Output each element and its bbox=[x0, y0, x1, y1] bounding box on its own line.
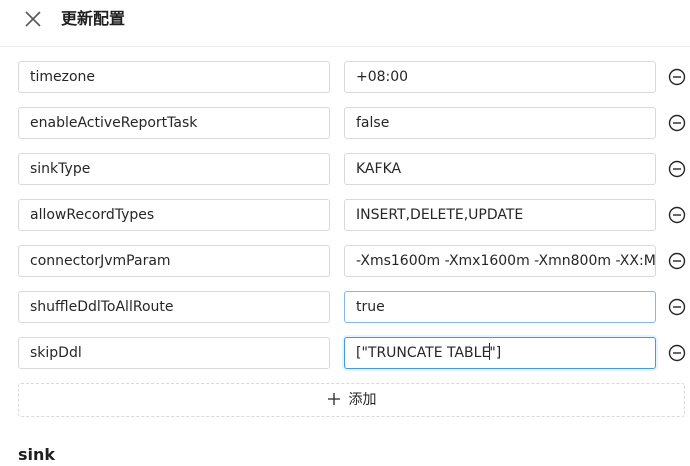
plus-icon bbox=[327, 386, 341, 405]
minus-circle-icon bbox=[668, 206, 686, 224]
param-row: connectorJvmParam -Xms1600m -Xmx1600m -X… bbox=[0, 245, 690, 279]
add-param-button[interactable]: 添加 bbox=[18, 383, 685, 417]
close-icon bbox=[22, 8, 44, 30]
param-row: skipDdl ["TRUNCATE TABLE"] bbox=[0, 337, 690, 371]
param-key-input[interactable]: allowRecordTypes bbox=[18, 199, 330, 231]
param-value-input[interactable]: -Xms1600m -Xmx1600m -Xmn800m -XX:Me bbox=[344, 245, 656, 277]
value-text-after-caret: "] bbox=[489, 345, 502, 361]
param-row: shuffleDdlToAllRoute true bbox=[0, 291, 690, 325]
param-key-input[interactable]: skipDdl bbox=[18, 337, 330, 369]
minus-circle-icon bbox=[668, 344, 686, 362]
minus-circle-icon bbox=[668, 252, 686, 270]
param-key-input[interactable]: shuffleDdlToAllRoute bbox=[18, 291, 330, 323]
param-value-input[interactable]: KAFKA bbox=[344, 153, 656, 185]
remove-row-button[interactable] bbox=[668, 344, 686, 362]
drawer-header: 更新配置 bbox=[0, 0, 690, 47]
remove-row-button[interactable] bbox=[668, 252, 686, 270]
remove-row-button[interactable] bbox=[668, 160, 686, 178]
remove-row-button[interactable] bbox=[668, 206, 686, 224]
param-value-input[interactable]: true bbox=[344, 291, 656, 323]
remove-row-button[interactable] bbox=[668, 68, 686, 86]
value-text-before-caret: ["TRUNCATE TABLE bbox=[356, 345, 491, 361]
drawer-title: 更新配置 bbox=[61, 9, 126, 28]
close-button[interactable] bbox=[22, 8, 44, 30]
param-key-input[interactable]: sinkType bbox=[18, 153, 330, 185]
param-row: enableActiveReportTask false bbox=[0, 107, 690, 141]
param-value-input[interactable]: ["TRUNCATE TABLE"] bbox=[344, 337, 656, 369]
minus-circle-icon bbox=[668, 68, 686, 86]
remove-row-button[interactable] bbox=[668, 114, 686, 132]
param-key-input[interactable]: enableActiveReportTask bbox=[18, 107, 330, 139]
param-row: sinkType KAFKA bbox=[0, 153, 690, 187]
param-key-input[interactable]: timezone bbox=[18, 61, 330, 93]
minus-circle-icon bbox=[668, 160, 686, 178]
param-value-input[interactable]: +08:00 bbox=[344, 61, 656, 93]
param-value-input[interactable]: false bbox=[344, 107, 656, 139]
param-key-input[interactable]: connectorJvmParam bbox=[18, 245, 330, 277]
param-value-input[interactable]: INSERT,DELETE,UPDATE bbox=[344, 199, 656, 231]
add-param-label: 添加 bbox=[348, 392, 377, 408]
param-row: timezone +08:00 bbox=[0, 61, 690, 95]
minus-circle-icon bbox=[668, 114, 686, 132]
param-row: allowRecordTypes INSERT,DELETE,UPDATE bbox=[0, 199, 690, 233]
remove-row-button[interactable] bbox=[668, 298, 686, 316]
minus-circle-icon bbox=[668, 298, 686, 316]
